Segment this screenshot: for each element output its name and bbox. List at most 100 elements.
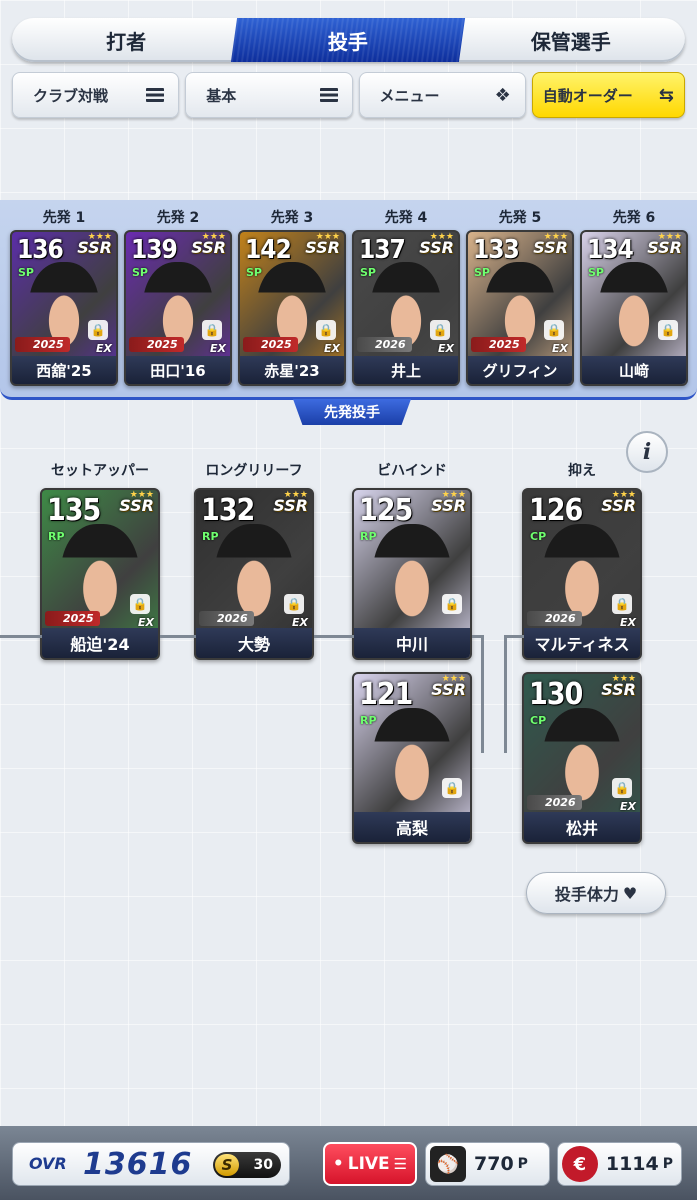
info-button[interactable]: i	[626, 431, 668, 473]
tab-label: 投手	[328, 29, 369, 54]
ex-badge: EX	[324, 342, 340, 355]
team-points-value: 770	[474, 1153, 514, 1175]
bullpen-connector	[481, 635, 484, 753]
card-position: RP	[48, 530, 65, 543]
slot-title: ビハインド	[377, 463, 447, 479]
e-coin-icon: €	[562, 1146, 598, 1182]
lock-icon: 🔒	[316, 320, 336, 340]
card-position: SP	[132, 266, 148, 279]
card-ovr: 133	[473, 235, 520, 265]
card-player-name: マルティネス	[524, 628, 640, 658]
rarity-stars-icon: ★★★	[441, 490, 466, 500]
lock-icon: 🔒	[544, 320, 564, 340]
card-year-badge: 2025	[129, 337, 184, 352]
tab-label: 保管選手	[530, 29, 611, 54]
basic-label: 基本	[206, 86, 237, 105]
player-card[interactable]: 134 SP SSR 山﨑 ★★★ 🔒	[580, 230, 688, 386]
card-year-badge: 2026	[527, 795, 582, 810]
menu-lines-icon	[319, 88, 338, 102]
card-ovr: 132	[201, 493, 255, 528]
card-player-name: 高梨	[354, 812, 470, 842]
card-ovr: 130	[529, 677, 583, 712]
card-ovr: 126	[529, 493, 583, 528]
rarity-stars-icon: ★★★	[441, 674, 466, 684]
ex-badge: EX	[620, 616, 636, 629]
slot-title: セットアッパー	[51, 463, 149, 479]
card-year-badge: 2025	[45, 611, 100, 626]
card-player-name: 赤星'23	[240, 356, 344, 384]
card-position: RP	[360, 530, 377, 543]
player-card[interactable]: 125 RP SSR 中川 ★★★ 🔒	[352, 488, 472, 660]
card-position: RP	[202, 530, 219, 543]
auto-order-button[interactable]: 自動オーダー ⇆	[531, 72, 685, 118]
rarity-stars-icon: ★★★	[657, 232, 682, 242]
club-battle-button[interactable]: クラブ対戦	[12, 72, 180, 118]
bullpen-connector	[504, 635, 507, 753]
menu-lines-icon: ☰	[393, 1155, 408, 1173]
points-unit: P	[662, 1156, 673, 1172]
card-player-name: 田口'16	[126, 356, 230, 384]
tab-reserve-players[interactable]: 保管選手	[457, 18, 685, 62]
card-player-name: 松井	[524, 812, 640, 842]
s-rank-count: 30	[253, 1157, 273, 1173]
card-year-badge: 2025	[471, 337, 526, 352]
player-card[interactable]: 132 RP SSR 大勢 ★★★ 🔒 2026 EX	[194, 488, 314, 660]
card-position: SP	[246, 266, 262, 279]
lock-icon: 🔒	[202, 320, 222, 340]
e-points-display[interactable]: € 1114 P	[557, 1142, 682, 1186]
card-ovr: 135	[47, 493, 101, 528]
tab-pitchers[interactable]: 投手	[231, 18, 466, 62]
slot-title: 先発 6	[612, 210, 656, 226]
menu-button[interactable]: メニュー ❖	[358, 72, 526, 118]
player-card[interactable]: 126 CP SSR マルティネス ★★★ 🔒 2026 EX	[522, 488, 642, 660]
s-rank-badge: S 30	[213, 1152, 281, 1178]
player-card[interactable]: 133 SP SSR グリフィン ★★★ 🔒 2025 EX	[466, 230, 574, 386]
menu-label: メニュー	[379, 86, 440, 105]
basic-button[interactable]: 基本	[185, 72, 353, 118]
team-points-display[interactable]: ⚾ 770 P	[425, 1142, 550, 1186]
player-card[interactable]: 121 RP SSR 高梨 ★★★ 🔒	[352, 672, 472, 844]
player-card[interactable]: 137 SP SSR 井上 ★★★ 🔒 2026 EX	[352, 230, 460, 386]
card-ovr: 136	[17, 235, 64, 265]
slot-title: ロングリリーフ	[205, 463, 303, 479]
tab-batters[interactable]: 打者	[12, 18, 240, 62]
live-button[interactable]: • LIVE ☰	[323, 1142, 417, 1186]
lock-icon: 🔒	[88, 320, 108, 340]
player-portrait	[598, 262, 670, 357]
player-card[interactable]: 135 RP SSR 船迫'24 ★★★ 🔒 2025 EX	[40, 488, 160, 660]
ex-badge: EX	[552, 342, 568, 355]
starting-pitchers-label: 先発投手	[293, 399, 411, 425]
pitcher-stamina-button[interactable]: 投手体力 ♥	[526, 872, 666, 914]
rarity-stars-icon: ★★★	[543, 232, 568, 242]
card-player-name: 山﨑	[582, 356, 686, 384]
lock-icon: 🔒	[658, 320, 678, 340]
ex-badge: EX	[96, 342, 112, 355]
bullpen-connector	[0, 635, 42, 638]
rarity-stars-icon: ★★★	[129, 490, 154, 500]
card-ovr: 125	[359, 493, 413, 528]
card-player-name: 船迫'24	[42, 628, 158, 658]
ovr-label: OVR	[29, 1154, 67, 1173]
ex-badge: EX	[138, 616, 154, 629]
lock-icon: 🔒	[430, 320, 450, 340]
player-card[interactable]: 139 SP SSR 田口'16 ★★★ 🔒 2025 EX	[124, 230, 232, 386]
player-portrait	[372, 707, 452, 812]
swap-arrows-icon: ⇆	[658, 84, 674, 106]
player-card[interactable]: 142 SP SSR 赤星'23 ★★★ 🔒 2025 EX	[238, 230, 346, 386]
diamonds-icon: ❖	[494, 84, 511, 106]
card-ovr: 121	[359, 677, 413, 712]
card-player-name: 井上	[354, 356, 458, 384]
card-position: CP	[530, 530, 547, 543]
bullpen-connector	[504, 635, 524, 638]
rarity-stars-icon: ★★★	[283, 490, 308, 500]
s-rank-icon: S	[215, 1154, 239, 1176]
team-ovr-panel[interactable]: OVR 13616 S 30	[12, 1142, 290, 1186]
card-year-badge: 2025	[15, 337, 70, 352]
rarity-stars-icon: ★★★	[611, 674, 636, 684]
lock-icon: 🔒	[612, 594, 632, 614]
lock-icon: 🔒	[130, 594, 150, 614]
player-card[interactable]: 130 CP SSR 松井 ★★★ 🔒 2026 EX	[522, 672, 642, 844]
lock-icon: 🔒	[612, 778, 632, 798]
player-card[interactable]: 136 SP SSR 西舘'25 ★★★ 🔒 2025 EX	[10, 230, 118, 386]
card-position: RP	[360, 714, 377, 727]
